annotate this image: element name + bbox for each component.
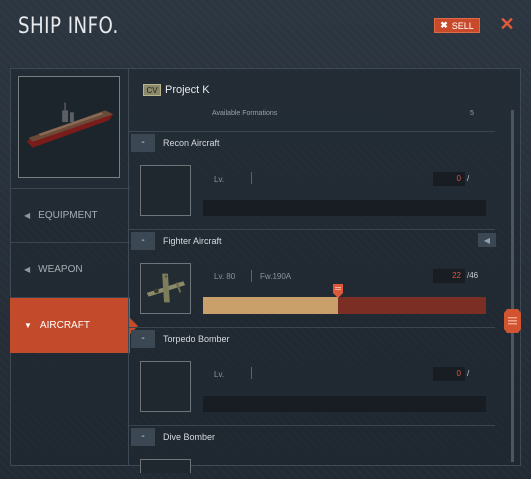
collapse-button[interactable]: - — [131, 231, 155, 250]
fighter-count-max: /46 — [467, 271, 479, 280]
triangle-left-icon: ◀ — [24, 211, 31, 220]
section-dive-bomber: - Dive Bomber — [129, 425, 495, 447]
divider — [251, 172, 252, 184]
scrollbar-thumb[interactable] — [504, 309, 521, 333]
sell-button[interactable]: ✖ SELL — [434, 18, 480, 33]
torpedo-progress-bar — [203, 396, 486, 412]
fighter-progress-fill — [203, 297, 338, 314]
divider — [251, 270, 252, 282]
tab-label: EQUIPMENT — [38, 210, 98, 221]
recon-aircraft-slot[interactable] — [140, 165, 191, 216]
formations-value: 5 — [470, 110, 474, 117]
fighter-plane-icon — [141, 264, 190, 313]
torpedo-bomber-slot[interactable] — [140, 361, 191, 412]
recon-progress-bar — [203, 200, 486, 216]
divider — [251, 367, 252, 379]
section-recon-aircraft: - Recon Aircraft — [129, 131, 495, 153]
triangle-left-icon: ◀ — [24, 265, 31, 274]
ship-name: Project K — [165, 84, 210, 96]
collapse-button[interactable]: - — [131, 133, 155, 152]
fighter-plane-name: Fw.190A — [260, 272, 292, 281]
section-title: Dive Bomber — [163, 431, 216, 442]
fighter-aircraft-slot[interactable] — [140, 263, 191, 314]
page-title: SHIP INFO. — [18, 14, 119, 39]
fighter-level: Lv. 80 — [214, 272, 236, 281]
formations-label: Available Formations — [212, 110, 278, 117]
triangle-left-icon[interactable]: ◀ — [478, 233, 496, 247]
close-icon[interactable]: ✕ — [499, 15, 515, 33]
section-title: Torpedo Bomber — [163, 333, 230, 344]
recon-count: 0 — [433, 172, 465, 186]
tab-weapon[interactable]: ◀ WEAPON — [10, 242, 130, 296]
fighter-slider-handle[interactable] — [333, 284, 343, 298]
tab-equipment[interactable]: ◀ EQUIPMENT — [10, 188, 130, 242]
close-x-icon: ✖ — [440, 20, 448, 30]
section-torpedo-bomber: - Torpedo Bomber — [129, 327, 495, 349]
tab-aircraft[interactable]: ▼ AIRCRAFT — [10, 297, 138, 353]
ship-portrait — [18, 76, 120, 178]
torpedo-count-slash: / — [467, 369, 470, 378]
fighter-count: 22 — [433, 269, 465, 283]
torpedo-level: Lv. — [214, 370, 225, 379]
collapse-button[interactable]: - — [131, 427, 155, 446]
ship-type-badge: CV — [143, 84, 161, 96]
recon-level: Lv. — [214, 175, 225, 184]
scrollbar-track[interactable] — [511, 110, 514, 462]
recon-count-slash: / — [467, 174, 470, 183]
tab-label: WEAPON — [38, 264, 83, 275]
torpedo-count: 0 — [433, 367, 465, 381]
dive-bomber-slot[interactable] — [140, 459, 191, 473]
collapse-button[interactable]: - — [131, 329, 155, 348]
section-fighter-aircraft: - Fighter Aircraft — [129, 229, 495, 251]
tab-label: AIRCRAFT — [39, 320, 90, 331]
section-title: Fighter Aircraft — [163, 235, 222, 246]
triangle-down-icon: ▼ — [24, 321, 32, 330]
section-title: Recon Aircraft — [163, 137, 220, 148]
sell-label: SELL — [451, 20, 474, 31]
